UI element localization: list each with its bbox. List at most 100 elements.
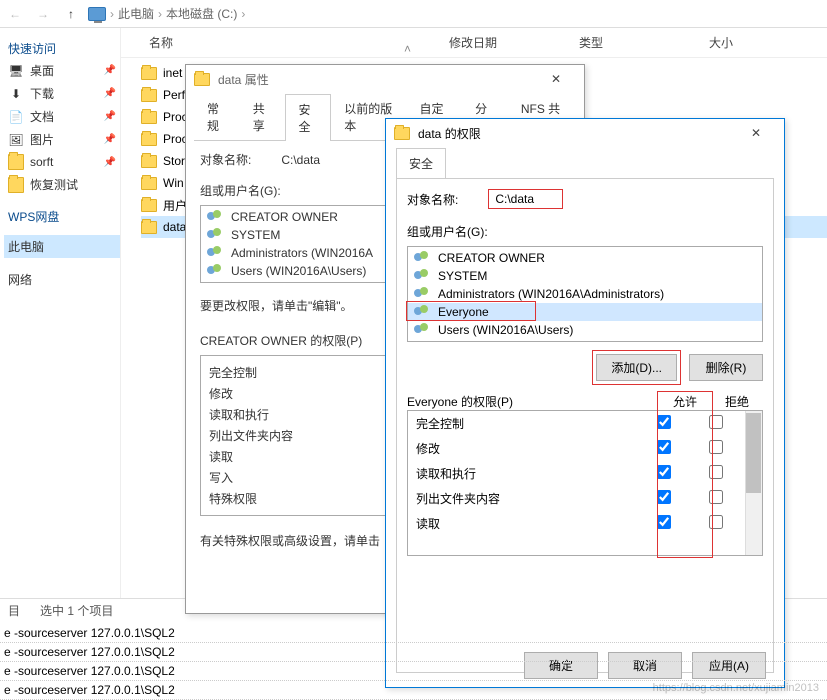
permissions-dialog: data 的权限 ✕ 安全 对象名称: C:\data 组或用户名(G): CR… [385,118,785,688]
col-type[interactable]: 类型 [571,34,701,51]
users-icon [414,287,432,301]
pin-icon: 📌 [104,65,116,76]
scrollbar[interactable] [745,411,762,555]
tab-security[interactable]: 安全 [285,94,331,141]
deny-checkbox[interactable] [709,415,723,429]
deny-checkbox[interactable] [709,490,723,504]
col-modified[interactable]: 修改日期 [441,34,571,51]
address-bar: ← → ↑ › 此电脑 › 本地磁盘 (C:) › [0,0,827,28]
col-name[interactable]: 名称˄ [141,34,441,51]
terminal-line: e -sourceserver 127.0.0.1\SQL2 [0,643,827,662]
sort-caret-icon: ˄ [404,42,411,56]
file-name: inet [163,66,182,80]
pin-icon: 📌 [104,157,116,168]
tab-general[interactable]: 常规 [194,93,240,140]
folder-icon [141,177,157,190]
pc-icon [88,7,106,21]
folder-icon [8,154,24,170]
object-value: C:\data [281,153,320,167]
nav-recovery[interactable]: 恢复测试 [4,173,120,196]
terminal-line: e -sourceserver 127.0.0.1\SQL2 [0,624,827,643]
nav-pictures[interactable]: 🖼图片📌 [4,128,120,151]
status-count: 目 [8,602,20,619]
documents-icon: 📄 [8,109,24,125]
tab-strip: 安全 [396,147,774,178]
pin-icon: 📌 [104,134,116,145]
nav-sorft[interactable]: sorft📌 [4,151,120,173]
object-label: 对象名称: [200,151,251,168]
file-name: data [163,220,186,234]
object-value: C:\data [488,189,563,209]
group-row[interactable]: CREATOR OWNER [408,249,762,267]
dialog-titlebar[interactable]: data 的权限 ✕ [386,119,784,147]
crumb-drive[interactable]: 本地磁盘 (C:) [166,5,237,22]
deny-checkbox[interactable] [709,465,723,479]
file-name: Win [163,176,184,190]
users-icon [207,264,225,278]
desktop-icon: 🖥 [8,63,24,79]
users-icon [414,251,432,265]
allow-checkbox[interactable] [657,490,671,504]
folder-icon [141,89,157,102]
folder-icon [8,177,24,193]
close-icon[interactable]: ✕ [736,126,776,140]
allow-header: 允许 [659,393,711,410]
nav-downloads[interactable]: ⬇下载📌 [4,82,120,105]
perm-name: 列出文件夹内容 [416,490,638,507]
up-button[interactable]: ↑ [60,3,82,25]
group-row[interactable]: SYSTEM [408,267,762,285]
perm-row: 修改 [408,436,762,461]
group-row[interactable]: Users (WIN2016A\Users) [408,321,762,339]
allow-checkbox[interactable] [657,515,671,529]
dialog-body: 对象名称: C:\data 组或用户名(G): CREATOR OWNERSYS… [396,178,774,673]
nav-this-pc[interactable]: 此电脑 [4,235,120,258]
groups-listbox[interactable]: CREATOR OWNERSYSTEMAdministrators (WIN20… [407,246,763,342]
wps-header[interactable]: WPS网盘 [8,208,120,225]
allow-checkbox[interactable] [657,415,671,429]
perm-name: 完全控制 [416,415,638,432]
scrollbar-thumb[interactable] [746,413,761,493]
add-button[interactable]: 添加(D)... [596,354,677,381]
deny-checkbox[interactable] [709,515,723,529]
group-row[interactable]: Administrators (WIN2016A\Administrators) [408,285,762,303]
nav-network[interactable]: 网络 [4,268,120,291]
remove-button[interactable]: 删除(R) [689,354,763,381]
breadcrumb[interactable]: › 此电脑 › 本地磁盘 (C:) › [88,5,245,22]
group-row[interactable]: Everyone [408,303,762,321]
pin-icon: 📌 [104,111,116,122]
allow-checkbox[interactable] [657,440,671,454]
download-icon: ⬇ [8,86,24,102]
tab-security[interactable]: 安全 [396,148,446,179]
perm-row: 读取 [408,511,762,536]
forward-button[interactable]: → [32,3,54,25]
allow-checkbox[interactable] [657,465,671,479]
nav-desktop[interactable]: 🖥桌面📌 [4,59,120,82]
file-name: Stor [163,154,185,168]
folder-icon [141,155,157,168]
perm-name: 读取 [416,515,638,532]
terminal-line: e -sourceserver 127.0.0.1\SQL2 [0,662,827,681]
close-icon[interactable]: ✕ [536,72,576,86]
deny-checkbox[interactable] [709,440,723,454]
nav-documents[interactable]: 📄文档📌 [4,105,120,128]
groups-label: 组或用户名(G): [407,223,763,240]
perm-name: 修改 [416,440,638,457]
back-button[interactable]: ← [4,3,26,25]
file-name: Perf [163,88,185,102]
folder-icon [141,67,157,80]
dialog-title: data 的权限 [418,125,481,142]
col-size[interactable]: 大小 [701,34,771,51]
users-icon [414,323,432,337]
quick-access-header[interactable]: 快速访问 [8,40,120,57]
folder-icon [141,133,157,146]
dialog-titlebar[interactable]: data 属性 ✕ [186,65,584,93]
nav-pane: 快速访问 🖥桌面📌 ⬇下载📌 📄文档📌 🖼图片📌 sorft📌 恢复测试 WPS… [0,28,120,598]
tab-share[interactable]: 共享 [240,93,286,140]
crumb-root[interactable]: 此电脑 [118,5,154,22]
users-icon [414,305,432,319]
column-headers: 名称˄ 修改日期 类型 大小 [121,28,827,58]
folder-icon [194,73,210,86]
dialog-title: data 属性 [218,71,269,88]
perm-row: 列出文件夹内容 [408,486,762,511]
users-icon [207,210,225,224]
